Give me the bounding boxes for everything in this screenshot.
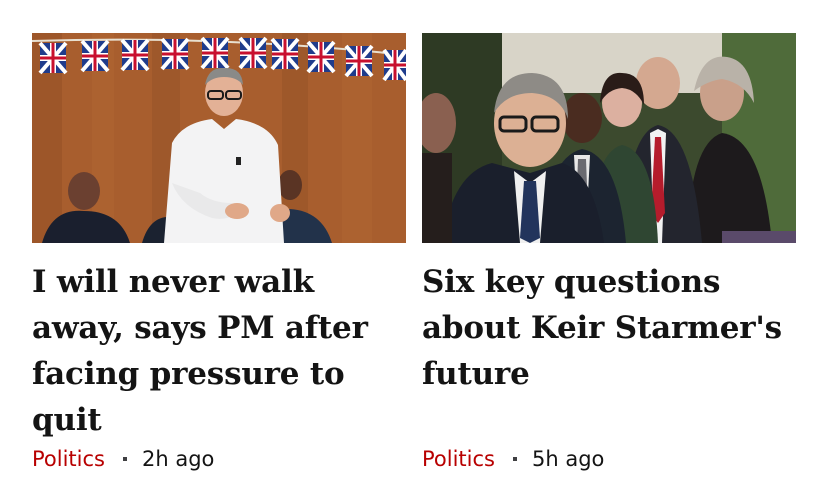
story-card-2[interactable]: Six key questions about Keir Starmer's f…: [422, 33, 796, 471]
story-image[interactable]: [422, 33, 796, 243]
topic-link[interactable]: Politics: [422, 447, 495, 471]
story-meta: Politics 2h ago: [32, 444, 406, 474]
story-meta: Politics 5h ago: [422, 444, 796, 474]
timestamp: 5h ago: [532, 447, 605, 471]
story-card-1[interactable]: I will never walk away, says PM after fa…: [32, 33, 406, 471]
story-image[interactable]: [32, 33, 406, 243]
topic-link[interactable]: Politics: [32, 447, 105, 471]
separator-dot: [513, 457, 517, 461]
story-headline[interactable]: I will never walk away, says PM after fa…: [32, 259, 412, 443]
timestamp: 2h ago: [142, 447, 215, 471]
separator-dot: [123, 457, 127, 461]
story-headline[interactable]: Six key questions about Keir Starmer's f…: [422, 259, 802, 397]
